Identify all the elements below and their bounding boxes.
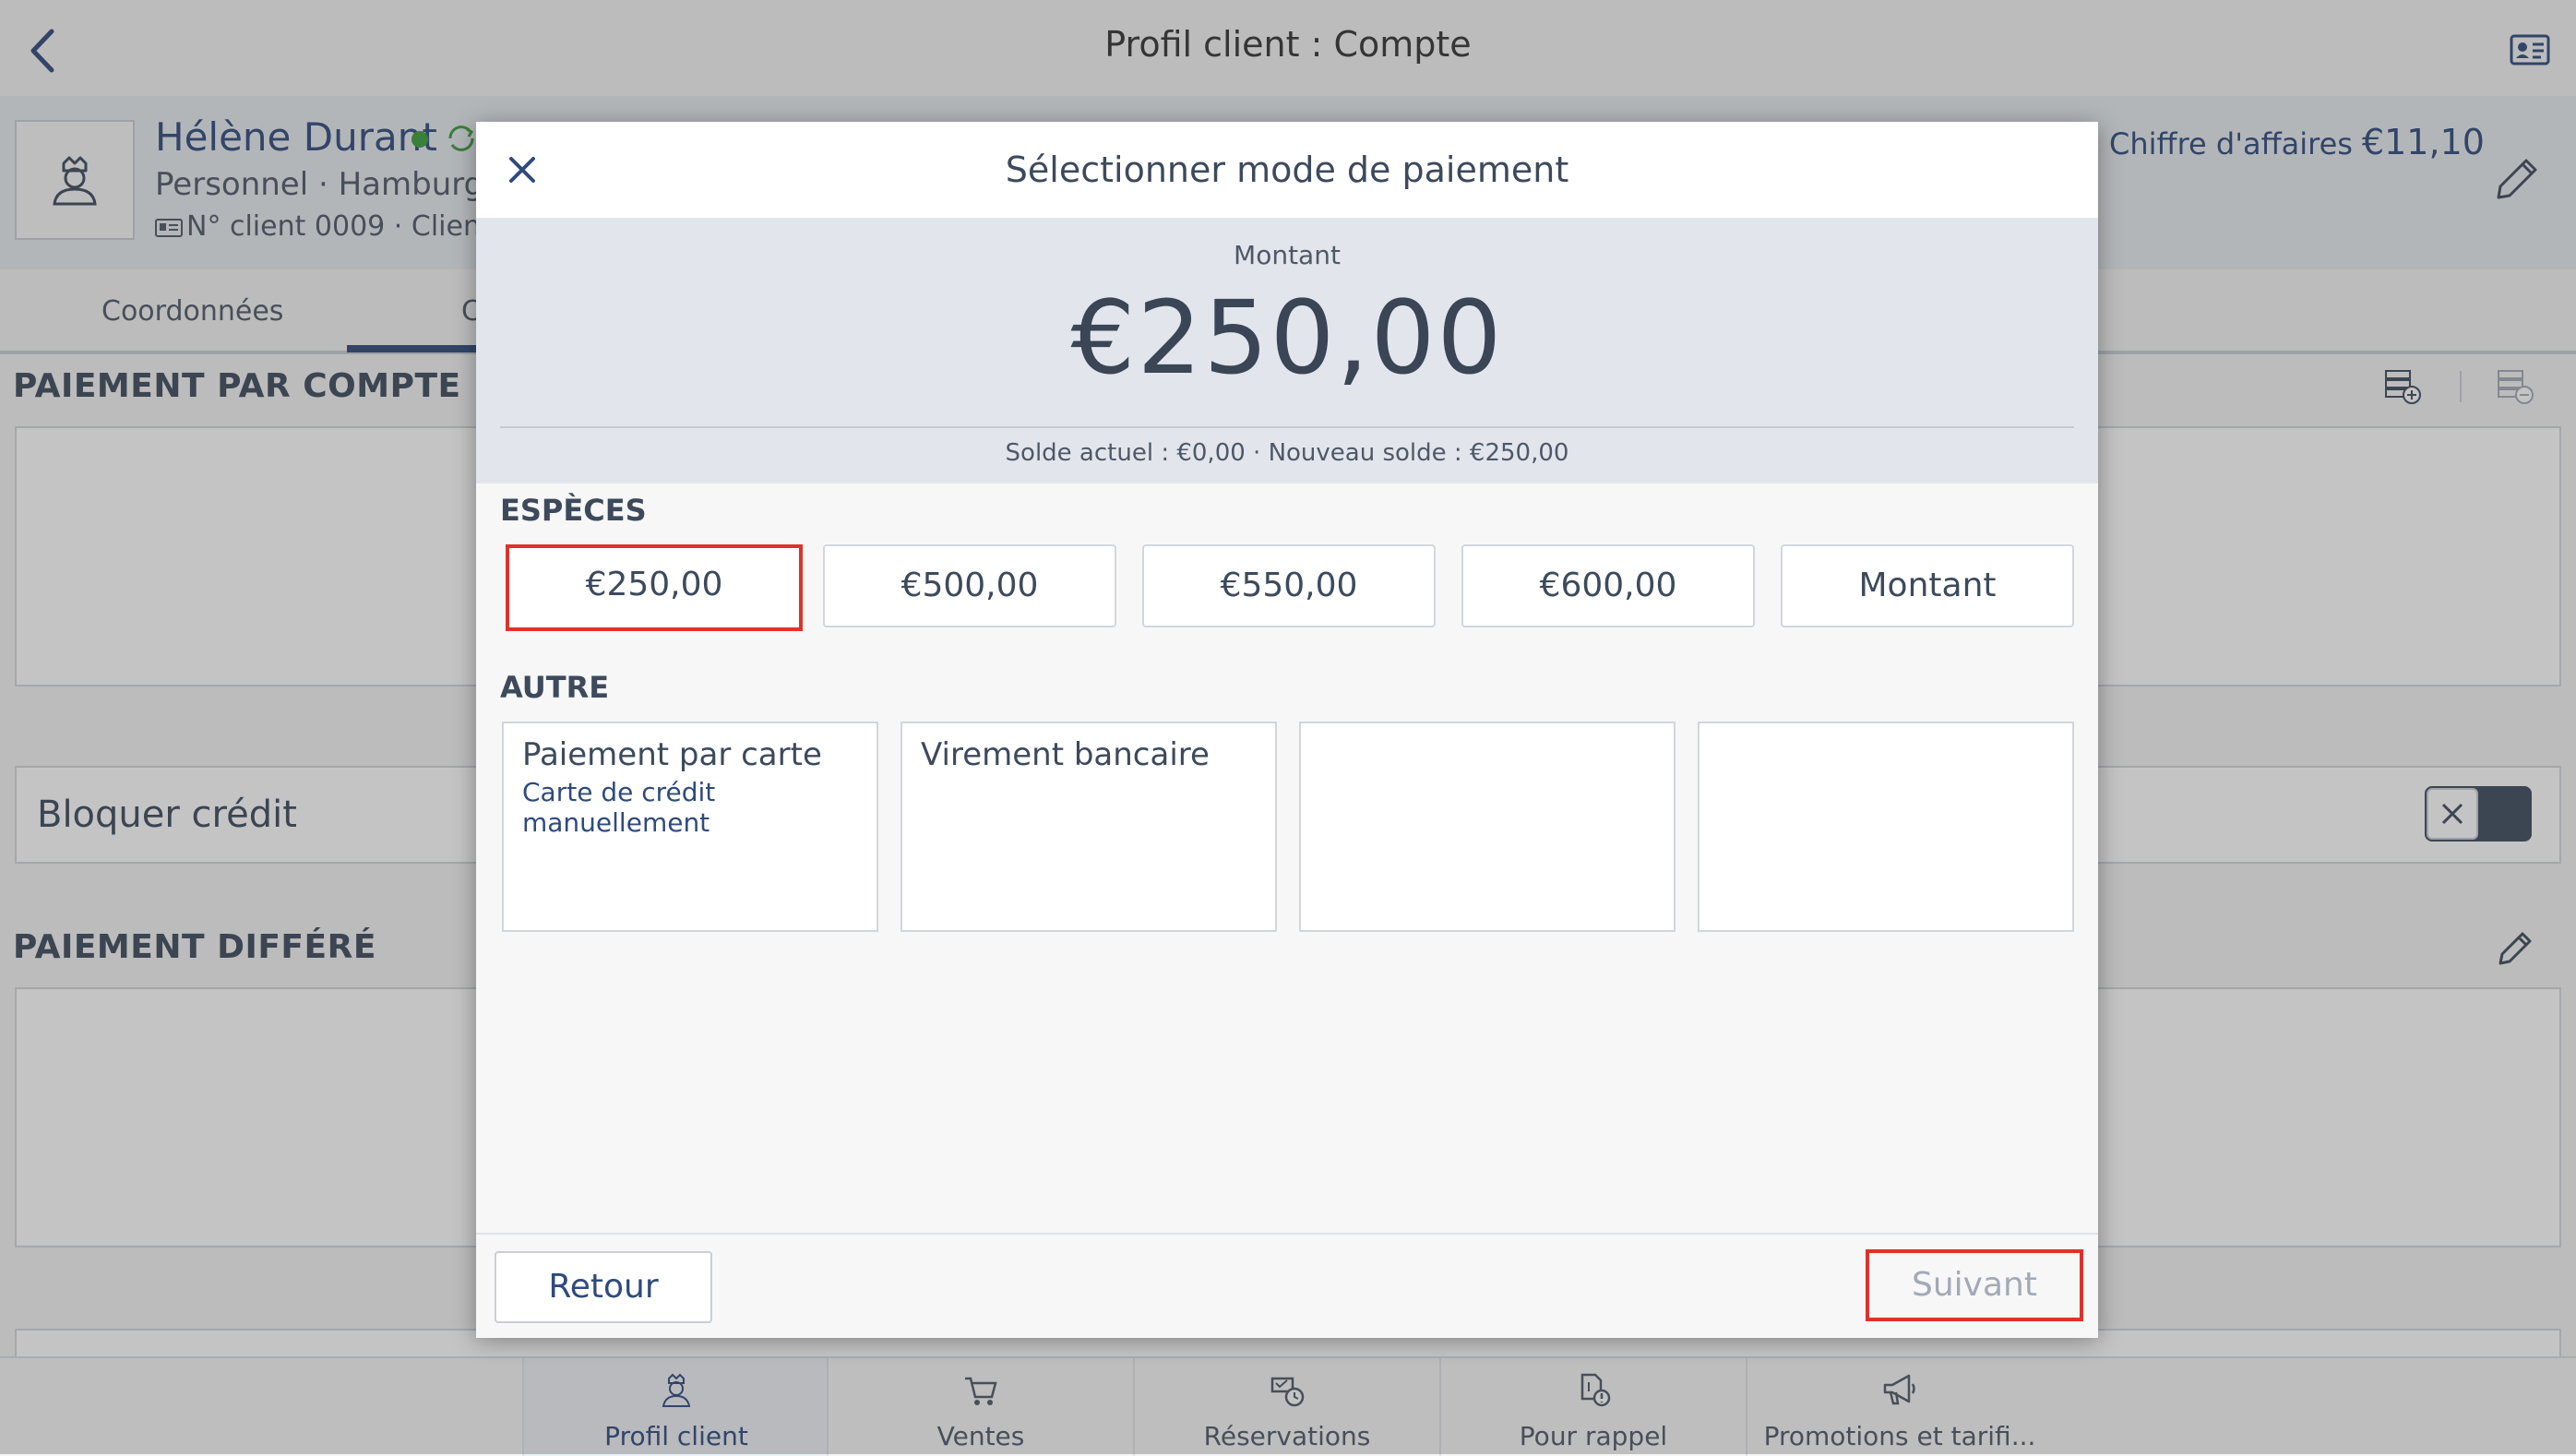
payment-option-bank-transfer[interactable]: Virement bancaire (900, 722, 1277, 932)
cash-section-title: ESPÈCES (500, 493, 647, 528)
divider (500, 426, 2074, 428)
amount-value: €250,00 (1070, 279, 1504, 397)
amount-summary: Montant €250,00 Solde actuel : €0,00 · N… (476, 218, 2098, 483)
option-title: Virement bancaire (921, 736, 1210, 773)
balance-text: Solde actuel : €0,00 · Nouveau solde : €… (1005, 439, 1569, 467)
dialog-footer: Retour Suivant (476, 1233, 2098, 1338)
payment-option-card[interactable]: Paiement par carte Carte de crédit manue… (502, 722, 878, 932)
back-button[interactable]: Retour (495, 1251, 712, 1323)
next-button[interactable]: Suivant (1866, 1249, 2083, 1321)
payment-option-empty (1299, 722, 1676, 932)
amount-label: Montant (1234, 240, 1341, 270)
option-title: Paiement par carte (522, 736, 822, 773)
cash-option-600[interactable]: €600,00 (1461, 544, 1755, 627)
dialog-title: Sélectionner mode de paiement (1005, 149, 1569, 190)
cash-option-250[interactable]: €250,00 (506, 544, 803, 631)
payment-mode-dialog: Sélectionner mode de paiement Montant €2… (476, 122, 2098, 1338)
cash-option-custom-amount[interactable]: Montant (1781, 544, 2074, 627)
dialog-header: Sélectionner mode de paiement (476, 122, 2098, 220)
payment-option-empty (1698, 722, 2074, 932)
other-section-title: AUTRE (500, 670, 610, 705)
cash-option-550[interactable]: €550,00 (1142, 544, 1436, 627)
option-subtitle: Carte de crédit manuellement (522, 777, 716, 838)
cash-option-500[interactable]: €500,00 (823, 544, 1116, 627)
